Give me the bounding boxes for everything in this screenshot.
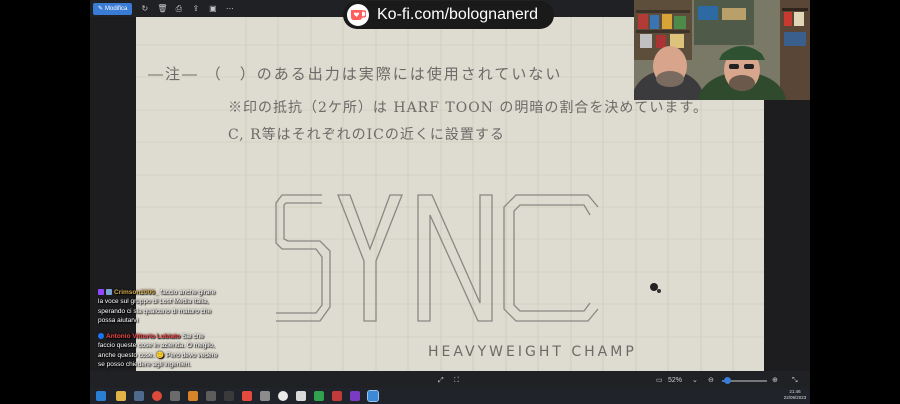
heavyweight-champ-label: HEAVYWEIGHT CHAMP xyxy=(428,344,637,360)
zoom-slider[interactable] xyxy=(722,377,767,384)
webcam-feed xyxy=(634,0,810,100)
chrome-icon[interactable] xyxy=(152,391,162,401)
print-icon[interactable]: ⎙ xyxy=(174,3,183,15)
slideshow-icon[interactable]: ▣ xyxy=(208,3,217,15)
file-explorer-icon[interactable] xyxy=(116,391,126,401)
zoom-in-icon[interactable]: ⊕ xyxy=(772,375,778,387)
fit-window-icon[interactable]: ⤢ xyxy=(438,375,444,387)
start-icon[interactable] xyxy=(96,391,106,401)
actual-size-icon[interactable]: ▭ xyxy=(656,375,663,387)
sync-outline-letters xyxy=(275,194,599,322)
webcam-scene xyxy=(634,0,810,100)
note-line-1: ―注― （ ）のある出力は実際には使用されていない xyxy=(148,65,563,83)
zoom-out-icon[interactable]: ⊖ xyxy=(708,375,714,387)
app-icon[interactable] xyxy=(296,391,306,401)
rotate-icon[interactable]: ↻ xyxy=(140,3,149,15)
app-icon[interactable] xyxy=(350,391,360,401)
chat-username: Crimson2000_ xyxy=(114,289,159,296)
share-icon[interactable]: ⇪ xyxy=(191,3,200,15)
zoom-slider-knob[interactable] xyxy=(724,377,732,384)
app-icon[interactable] xyxy=(170,391,180,401)
kofi-link-text: Ko-fi.com/bolognanerd xyxy=(377,6,538,23)
app-icon[interactable] xyxy=(314,391,324,401)
system-clock[interactable]: 21:46 22/09/2023 xyxy=(780,389,810,401)
obs-icon[interactable] xyxy=(278,391,288,401)
facebook-icon xyxy=(98,333,104,340)
expand-icon[interactable]: ⤡ xyxy=(792,375,798,387)
note-line-2: ※印の抵抗（2ケ所）は HARF TOON の明暗の割合を決めています。 xyxy=(228,100,708,116)
windows-taskbar xyxy=(90,388,810,404)
app-icon[interactable] xyxy=(224,391,234,401)
full-screen-icon[interactable]: ⛶ xyxy=(454,375,459,387)
photos-icon[interactable] xyxy=(367,390,379,402)
screen: ✎ Modifica ↻ 🗑 ⎙ ⇪ ▣ ⋯ ―注― （ ）のある出力は実際には… xyxy=(0,0,900,404)
pencil-icon: ✎ xyxy=(98,6,104,12)
chat-message: Antonio Vittorio Lubiato Sai che faccio … xyxy=(98,332,218,369)
app-icon[interactable] xyxy=(260,391,270,401)
mod-badge-icon xyxy=(106,289,112,296)
app-icon[interactable] xyxy=(134,391,144,401)
chat-overlay: Crimson2000_ facciο anche girare la voce… xyxy=(98,288,218,376)
ink-spot xyxy=(650,283,658,291)
delete-icon[interactable]: 🗑 xyxy=(157,3,167,15)
chat-username: Antonio Vittorio Lubiato xyxy=(106,333,181,341)
app-icon[interactable] xyxy=(332,391,342,401)
edit-label: Modifica xyxy=(105,5,128,12)
app-icon[interactable] xyxy=(206,391,216,401)
chevron-down-icon[interactable]: ⌄ xyxy=(692,375,698,387)
app-icon[interactable] xyxy=(188,391,198,401)
kofi-cup-icon xyxy=(347,4,369,26)
app-icon[interactable] xyxy=(242,391,252,401)
twitch-icon xyxy=(98,289,104,296)
edit-button[interactable]: ✎ Modifica xyxy=(93,2,133,15)
clock-date: 22/09/2023 xyxy=(783,395,807,400)
zoom-value[interactable]: 52% xyxy=(668,375,692,387)
note-line-3: C, R等はそれぞれのICの近くに設置する xyxy=(228,127,505,143)
more-icon[interactable]: ⋯ xyxy=(225,3,234,15)
kofi-banner: Ko-fi.com/bolognanerd xyxy=(343,1,554,29)
chat-message: Crimson2000_ facciο anche girare la voce… xyxy=(98,288,218,325)
